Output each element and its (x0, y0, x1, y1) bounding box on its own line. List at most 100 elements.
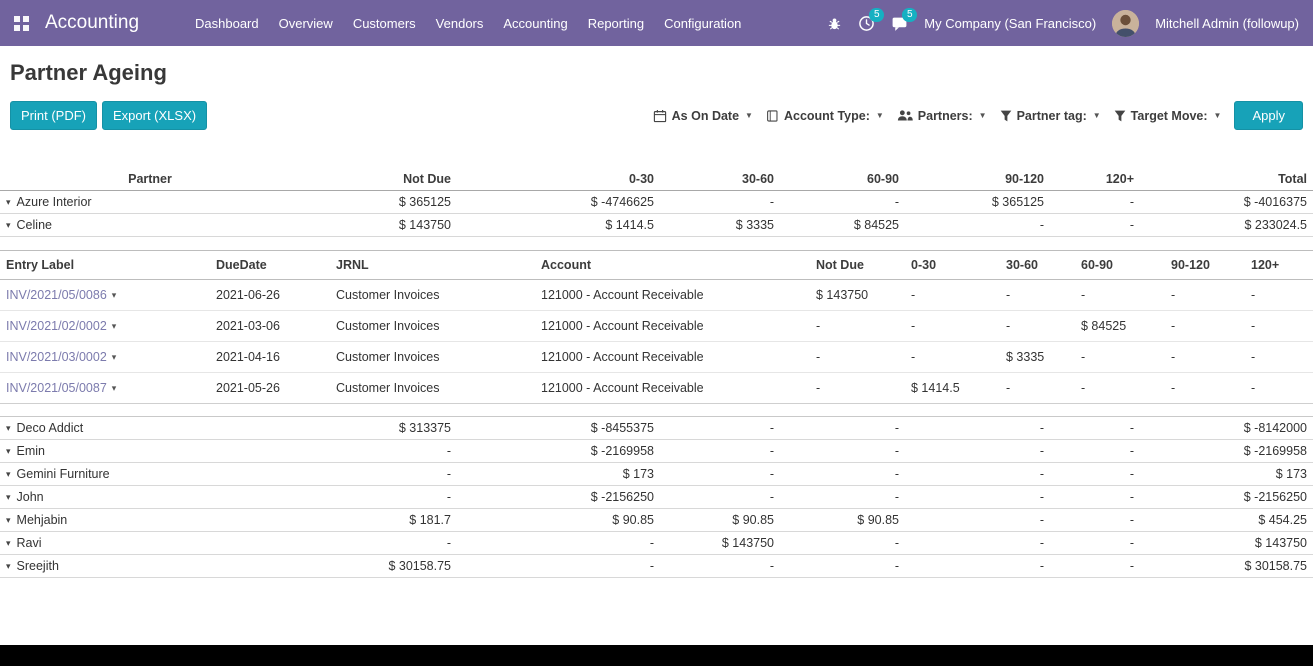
amount-60-90: - (780, 440, 905, 463)
amount-total: $ -2169958 (1140, 440, 1313, 463)
apply-button[interactable]: Apply (1234, 101, 1303, 130)
col-60-90: 60-90 (1075, 251, 1165, 280)
entry-due-date: 2021-06-26 (210, 280, 330, 311)
menu-configuration[interactable]: Configuration (664, 16, 741, 31)
partner-row[interactable]: ▾Sreejith $ 30158.75 - - - - - $ 30158.7… (0, 555, 1313, 578)
partner-name: Emin (17, 444, 45, 458)
amount-90-120: - (905, 509, 1050, 532)
menu-reporting[interactable]: Reporting (588, 16, 644, 31)
filter-partner-tag[interactable]: Partner tag: ▼ (1000, 109, 1101, 123)
entry-dropdown-caret-icon[interactable]: ▾ (112, 383, 117, 393)
entry-not-due: - (810, 373, 905, 404)
amount-not-due: - (300, 463, 457, 486)
entry-link[interactable]: INV/2021/02/0002 (6, 319, 107, 333)
entry-dropdown-caret-icon[interactable]: ▾ (112, 352, 117, 362)
amount-30-60: - (660, 555, 780, 578)
entry-link[interactable]: INV/2021/05/0087 (6, 381, 107, 395)
partner-name: Gemini Furniture (17, 467, 110, 481)
collapse-caret-icon[interactable]: ▾ (6, 561, 11, 571)
collapse-caret-icon[interactable]: ▾ (6, 469, 11, 479)
partner-row[interactable]: ▾Mehjabin $ 181.7 $ 90.85 $ 90.85 $ 90.8… (0, 509, 1313, 532)
entry-detail-table: Entry Label DueDate JRNL Account Not Due… (0, 250, 1313, 404)
entry-60-90: - (1075, 280, 1165, 311)
collapse-caret-icon[interactable]: ▾ (6, 538, 11, 548)
partner-row[interactable]: ▾Emin - $ -2169958 - - - - $ -2169958 (0, 440, 1313, 463)
amount-total: $ -2156250 (1140, 486, 1313, 509)
entry-120-plus: - (1245, 342, 1313, 373)
entry-link[interactable]: INV/2021/03/0002 (6, 350, 107, 364)
entry-dropdown-caret-icon[interactable]: ▾ (112, 290, 117, 300)
print-pdf-button[interactable]: Print (PDF) (10, 101, 97, 130)
bug-icon[interactable] (827, 16, 842, 31)
messages-icon[interactable]: 5 (891, 15, 908, 32)
amount-not-due: $ 30158.75 (300, 555, 457, 578)
entry-dropdown-caret-icon[interactable]: ▾ (112, 321, 117, 331)
entry-journal: Customer Invoices (330, 311, 535, 342)
book-icon (766, 109, 779, 123)
filter-partners[interactable]: Partners: ▼ (897, 109, 987, 123)
menu-dashboard[interactable]: Dashboard (195, 16, 259, 31)
collapse-caret-icon[interactable]: ▾ (6, 446, 11, 456)
collapse-caret-icon[interactable]: ▾ (6, 492, 11, 502)
entry-link[interactable]: INV/2021/05/0086 (6, 288, 107, 302)
chevron-down-icon: ▼ (876, 111, 884, 120)
col-120-plus: 120+ (1245, 251, 1313, 280)
menu-vendors[interactable]: Vendors (436, 16, 484, 31)
entry-row: INV/2021/05/0087▾ 2021-05-26 Customer In… (0, 373, 1313, 404)
partner-row[interactable]: ▾Ravi - - $ 143750 - - - $ 143750 (0, 532, 1313, 555)
user-menu[interactable]: Mitchell Admin (followup) (1155, 16, 1299, 31)
col-total: Total (1140, 168, 1313, 191)
col-partner: Partner (0, 168, 300, 191)
export-xlsx-button[interactable]: Export (XLSX) (102, 101, 207, 130)
amount-90-120: - (905, 417, 1050, 440)
activity-clock-icon[interactable]: 5 (858, 15, 875, 32)
entry-row: INV/2021/03/0002▾ 2021-04-16 Customer In… (0, 342, 1313, 373)
col-not-due: Not Due (810, 251, 905, 280)
top-navbar: Accounting Dashboard Overview Customers … (0, 0, 1313, 46)
amount-30-60: - (660, 486, 780, 509)
entry-120-plus: - (1245, 373, 1313, 404)
menu-overview[interactable]: Overview (279, 16, 333, 31)
amount-120-plus: - (1050, 191, 1140, 214)
partner-row[interactable]: ▾Gemini Furniture - $ 173 - - - - $ 173 (0, 463, 1313, 486)
filter-target-move[interactable]: Target Move: ▼ (1114, 109, 1222, 123)
collapse-caret-icon[interactable]: ▾ (6, 423, 11, 433)
entry-due-date: 2021-03-06 (210, 311, 330, 342)
amount-120-plus: - (1050, 509, 1140, 532)
partner-name: Deco Addict (17, 421, 84, 435)
entry-90-120: - (1165, 373, 1245, 404)
collapse-caret-icon[interactable]: ▾ (6, 220, 11, 230)
menu-accounting[interactable]: Accounting (503, 16, 567, 31)
filters-bar: As On Date ▼ Account Type: ▼ (653, 101, 1303, 130)
partner-row[interactable]: ▾John - $ -2156250 - - - - $ -2156250 (0, 486, 1313, 509)
collapse-caret-icon[interactable]: ▾ (6, 197, 11, 207)
partner-row[interactable]: ▾Deco Addict $ 313375 $ -8455375 - - - -… (0, 417, 1313, 440)
amount-0-30: $ 90.85 (457, 509, 660, 532)
filter-label: Target Move: (1131, 109, 1208, 123)
amount-90-120: - (905, 440, 1050, 463)
company-switcher[interactable]: My Company (San Francisco) (924, 16, 1096, 31)
actions-row: Print (PDF) Export (XLSX) As On Date ▼ (10, 100, 1303, 131)
partner-row[interactable]: ▾Azure Interior $ 365125 $ -4746625 - - … (0, 191, 1313, 214)
amount-120-plus: - (1050, 463, 1140, 486)
app-brand[interactable]: Accounting (45, 12, 139, 34)
amount-total: $ 454.25 (1140, 509, 1313, 532)
amount-total: $ 30158.75 (1140, 555, 1313, 578)
collapse-caret-icon[interactable]: ▾ (6, 515, 11, 525)
systray: 5 5 My Company (San Francisco) Mitchell … (827, 10, 1299, 37)
amount-60-90: - (780, 532, 905, 555)
col-90-120: 90-120 (1165, 251, 1245, 280)
menu-customers[interactable]: Customers (353, 16, 416, 31)
partner-row[interactable]: ▾Celine $ 143750 $ 1414.5 $ 3335 $ 84525… (0, 214, 1313, 237)
filter-as-on-date[interactable]: As On Date ▼ (653, 109, 753, 123)
amount-120-plus: - (1050, 417, 1140, 440)
entry-row: INV/2021/05/0086▾ 2021-06-26 Customer In… (0, 280, 1313, 311)
partner-name: Sreejith (17, 559, 59, 573)
col-due-date: DueDate (210, 251, 330, 280)
amount-90-120: - (905, 486, 1050, 509)
apps-menu-icon[interactable] (14, 16, 29, 31)
filter-account-type[interactable]: Account Type: ▼ (766, 109, 884, 123)
user-avatar[interactable] (1112, 10, 1139, 37)
filter-label: As On Date (672, 109, 739, 123)
entry-120-plus: - (1245, 280, 1313, 311)
